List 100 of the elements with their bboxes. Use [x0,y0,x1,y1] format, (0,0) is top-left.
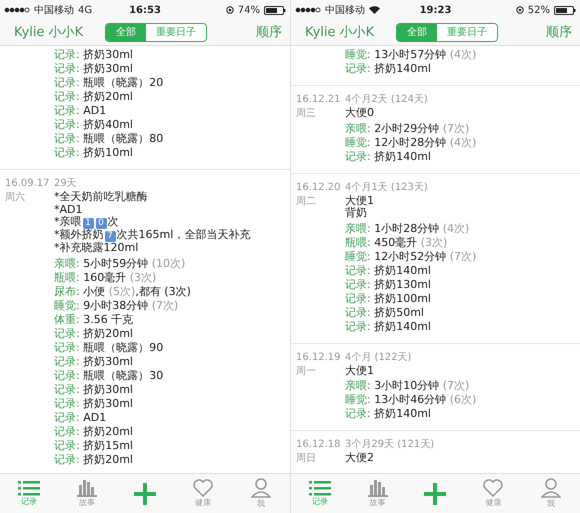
record-line: 亲喂: 5小时59分钟 (10次) [54,256,186,271]
record-line: 睡觉: 9小时38分钟 (7次) [54,298,178,313]
status-time: 16:53 [128,4,162,18]
age-label: 4个月 (122天) [345,350,412,365]
person-icon [251,478,271,498]
battery-percent: 74% [238,4,260,18]
age-label: 3个月29天 (121天) [345,438,434,452]
weekday-label: 周二 [296,196,316,207]
note-text: 背奶 [345,207,367,220]
app-title: Kylie 小小K [305,24,374,42]
record-line: 记录: AD1 [54,410,106,425]
record-line: 记录: 挤奶30ml [54,382,133,397]
person-icon [541,478,562,498]
record-line: 记录: 挤奶30ml [54,62,133,76]
record-line: 记录: 瓶喂（晓露）90 [54,340,164,355]
wifi-icon [369,6,380,14]
heart-icon [193,478,213,496]
list-icon [308,480,331,496]
age-label: 4个月1天 (123天) [345,180,428,195]
battery-percent: 52% [528,4,550,18]
tab-item[interactable]: 故事 [67,478,107,508]
weekday-label: 周六 [5,192,25,203]
tab-item[interactable]: 健康 [183,478,223,508]
record-line: 瓶喂: 450毫升 (3次) [345,236,448,250]
note-text: *额外挤奶 7 次共165ml，全部当天补充 [54,229,250,242]
add-icon [424,482,446,504]
note-text: 大便1 [345,194,374,207]
record-line: 睡觉: 13小时46分钟 (6次) [345,393,476,408]
record-line: 记录: 挤奶30ml [54,48,133,62]
record-line: 记录: 挤奶10ml [54,146,133,160]
record-line: 记录: 挤奶20ml [54,326,133,341]
carrier-name: 中国移动 [325,4,365,18]
date-label: 16.12.20 [296,180,342,195]
record-line: 记录: 瓶喂（晓露）80 [54,132,164,146]
segment-tab[interactable]: 重要日子 [146,24,206,41]
status-time: 19:23 [418,4,452,18]
segment-tab[interactable]: 重要日子 [437,24,498,41]
lock-rotation-icon [516,6,524,14]
record-line: 瓶喂: 160毫升 (3次) [54,270,156,285]
tab-item[interactable]: 记录 [9,480,49,508]
age-label: 4个月2天 (124天) [345,93,428,107]
record-line: 亲喂: 2小时29分钟 (7次) [345,122,470,136]
battery-icon [264,6,286,14]
note-text: *AD1 [54,204,82,216]
lock-rotation-icon [226,6,234,14]
date-label: 16.12.21 [296,93,342,107]
weekday-label: 周日 [296,453,316,464]
note-text: *全天奶前吃乳糖酶 [54,191,148,204]
signal-icon [4,7,30,13]
weekday-label: 周一 [296,366,316,377]
date-label: 16.12.18 [296,438,342,452]
record-line: 记录: 挤奶20ml [54,90,133,104]
tab-item[interactable]: 健康 [473,478,514,508]
tab-item[interactable]: 我 [531,478,572,510]
record-line: 记录: 挤奶20ml [54,452,133,467]
record-line: 记录: 挤奶140ml [345,62,431,76]
tab-item[interactable]: 记录 [300,480,340,508]
record-line: 亲喂: 1小时28分钟 (4次) [345,222,470,236]
network-type: 4G [78,4,92,18]
record-line: 记录: 挤奶100ml [345,292,431,306]
record-line: 记录: 挤奶40ml [54,118,133,132]
bar-chart-icon [76,478,98,496]
record-line: 睡觉: 13小时57分钟 (4次) [345,48,476,62]
record-line: 睡觉: 12小时52分钟 (7次) [345,250,476,264]
heart-icon [483,478,504,496]
add-icon [134,482,156,504]
segment-tab[interactable]: 全部 [106,24,146,41]
record-line: 记录: 挤奶140ml [345,407,431,422]
age-label: 29天 [54,177,77,191]
record-line: 体重: 3.56 千克 [54,312,134,327]
note-text: *补充晓露120ml [54,242,138,255]
signal-icon [295,7,321,13]
tab-item[interactable]: 故事 [358,478,398,508]
record-line: 记录: 挤奶140ml [345,150,431,164]
note-text: *亲喂 1 0 次 [54,216,118,230]
record-line: 记录: 挤奶30ml [54,354,133,369]
app-title: Kylie 小小K [14,24,84,42]
sort-button[interactable]: 顺序 [546,22,572,42]
segment-tab[interactable]: 全部 [397,24,438,41]
record-line: 亲喂: 3小时10分钟 (7次) [345,379,470,394]
note-text: 大便0 [345,107,374,120]
sort-button[interactable]: 顺序 [256,22,282,42]
tab-item[interactable]: 我 [241,478,281,510]
record-line: 记录: AD1 [54,104,106,118]
record-line: 记录: 挤奶20ml [54,424,133,439]
record-line: 记录: 挤奶30ml [54,396,133,411]
list-icon [18,480,40,496]
carrier-name: 中国移动 [34,4,74,18]
record-line: 记录: 瓶喂（晓露）20 [54,76,164,90]
record-line: 记录: 挤奶50ml [345,306,424,320]
record-line: 记录: 挤奶140ml [345,264,431,278]
record-line: 记录: 挤奶140ml [345,320,431,334]
record-line: 睡觉: 12小时28分钟 (4次) [345,136,476,150]
date-label: 16.12.19 [296,350,342,365]
record-line: 记录: 挤奶15ml [54,438,133,453]
bar-chart-icon [366,478,389,496]
record-line: 记录: 挤奶130ml [345,278,431,292]
date-label: 16.09.17 [5,177,51,191]
note-text: 大便2 [345,452,374,465]
record-line: 尿布: 小便 (5次),都有 (3次) [54,284,191,299]
